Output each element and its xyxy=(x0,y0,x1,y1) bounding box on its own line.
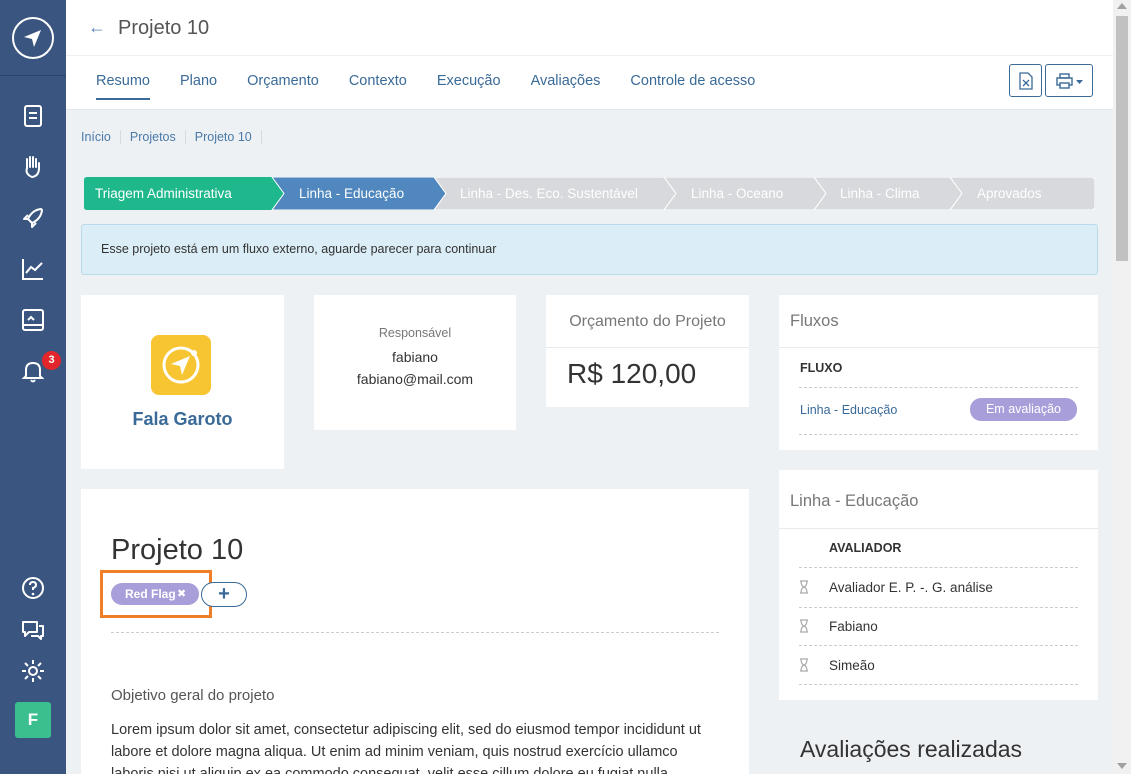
tab-contexto[interactable]: Contexto xyxy=(349,73,407,100)
notification-badge: 3 xyxy=(42,351,61,370)
excel-file-icon xyxy=(1019,72,1033,90)
budget-label: Orçamento do Projeto xyxy=(569,313,726,330)
responsavel-card: Responsável fabiano fabiano@mail.com xyxy=(314,295,516,430)
tab-bar: Resumo Plano Orçamento Contexto Execução… xyxy=(96,73,785,100)
project-title: Projeto 10 xyxy=(111,534,244,566)
fluxos-divider xyxy=(779,347,1098,348)
printer-icon xyxy=(1056,73,1083,89)
fluxos-row-divider xyxy=(799,434,1078,435)
breadcrumb-projetos[interactable]: Projetos xyxy=(121,130,186,144)
budget-value: R$ 120,00 xyxy=(567,358,697,389)
breadcrumb-projeto[interactable]: Projeto 10 xyxy=(186,130,262,144)
scroll-up-icon[interactable] xyxy=(1117,3,1127,9)
linha-title: Linha - Educação xyxy=(790,492,919,510)
status-badge: Em avaliação xyxy=(970,398,1077,421)
highlight-box xyxy=(100,570,212,618)
hourglass-icon xyxy=(800,580,808,594)
chart-line-icon[interactable] xyxy=(20,256,46,282)
help-icon[interactable] xyxy=(20,575,46,601)
fluxos-card: Fluxos FLUXO Linha - Educação Em avaliaç… xyxy=(779,295,1098,450)
tab-resumo[interactable]: Resumo xyxy=(96,73,150,100)
budget-card: Orçamento do Projeto R$ 120,00 xyxy=(546,295,749,407)
stage-linha-educacao[interactable]: Linha - Educação xyxy=(299,177,404,210)
organization-card[interactable]: Fala Garoto xyxy=(81,295,284,469)
stage-aprovados[interactable]: Aprovados xyxy=(977,177,1042,210)
workflow-pipeline: Triagem Administrativa Linha - Educação … xyxy=(84,177,1095,210)
chat-icon[interactable] xyxy=(20,617,46,643)
hourglass-icon xyxy=(800,619,808,633)
avaliador-name: Fabiano xyxy=(829,619,878,634)
project-description: Lorem ipsum dolor sit amet, consectetur … xyxy=(111,722,701,774)
breadcrumb: Início Projetos Projeto 10 xyxy=(81,130,262,144)
breadcrumb-inicio[interactable]: Início xyxy=(81,130,121,144)
sidebar-divider xyxy=(0,75,66,76)
header-divider xyxy=(66,55,1113,56)
fluxos-column-header: FLUXO xyxy=(800,361,843,375)
top-header: ← Projeto 10 Resumo Plano Orçamento Cont… xyxy=(66,0,1113,110)
print-dropdown-button[interactable] xyxy=(1045,64,1093,97)
stage-triagem[interactable]: Triagem Administrativa xyxy=(95,177,232,210)
avaliador-name: Simeão xyxy=(829,658,875,673)
tab-controle-de-acesso[interactable]: Controle de acesso xyxy=(630,73,755,100)
gear-icon[interactable] xyxy=(20,658,46,684)
budget-divider xyxy=(546,347,749,348)
export-excel-button[interactable] xyxy=(1009,64,1042,97)
scroll-down-icon[interactable] xyxy=(1117,763,1127,769)
fluxos-row-divider xyxy=(799,387,1078,388)
avaliador-name: Avaliador E. P. -. G. análise xyxy=(829,580,993,595)
user-avatar[interactable]: F xyxy=(15,702,51,738)
stage-linha-oceano[interactable]: Linha - Oceano xyxy=(691,177,783,210)
tab-orcamento[interactable]: Orçamento xyxy=(247,73,319,100)
tab-plano[interactable]: Plano xyxy=(180,73,217,100)
stage-linha-clima[interactable]: Linha - Clima xyxy=(840,177,920,210)
add-tag-button[interactable]: + xyxy=(201,582,247,607)
fluxo-name-link[interactable]: Linha - Educação xyxy=(800,403,897,417)
tab-avaliacoes[interactable]: Avaliações xyxy=(531,73,601,100)
board-image-icon[interactable] xyxy=(20,307,46,333)
responsavel-email: fabiano@mail.com xyxy=(356,371,474,387)
stage-linha-des-eco[interactable]: Linha - Des. Eco. Sustentável xyxy=(460,177,638,210)
linha-row-divider xyxy=(799,607,1078,608)
linha-divider xyxy=(779,528,1098,529)
section-title: Objetivo geral do projeto xyxy=(111,687,275,704)
app-logo-icon[interactable] xyxy=(12,17,54,59)
page-title: Projeto 10 xyxy=(118,17,210,39)
linha-row-divider xyxy=(799,684,1078,685)
hourglass-icon xyxy=(800,658,808,672)
linha-row-divider xyxy=(799,567,1078,568)
tab-execucao[interactable]: Execução xyxy=(437,73,501,100)
sidebar: 3 F xyxy=(0,0,66,774)
linha-educacao-card: Linha - Educação AVALIADOR Avaliador E. … xyxy=(779,470,1098,700)
linha-row-divider xyxy=(799,645,1078,646)
project-divider xyxy=(111,632,719,633)
avaliador-column-header: AVALIADOR xyxy=(829,541,902,555)
fluxos-title: Fluxos xyxy=(790,312,839,330)
avaliacoes-title: Avaliações realizadas xyxy=(800,736,1023,762)
info-alert: Esse projeto está em um fluxo externo, a… xyxy=(81,224,1098,275)
hand-heart-icon[interactable] xyxy=(20,154,46,180)
responsavel-label: Responsável xyxy=(378,326,452,340)
back-arrow-icon[interactable]: ← xyxy=(88,17,106,38)
organization-logo-icon xyxy=(151,335,211,395)
rocket-icon[interactable] xyxy=(20,205,46,231)
scrollbar-thumb[interactable] xyxy=(1116,16,1128,261)
document-icon[interactable] xyxy=(20,103,46,129)
organization-name[interactable]: Fala Garoto xyxy=(81,409,284,430)
responsavel-name: fabiano xyxy=(392,349,438,365)
